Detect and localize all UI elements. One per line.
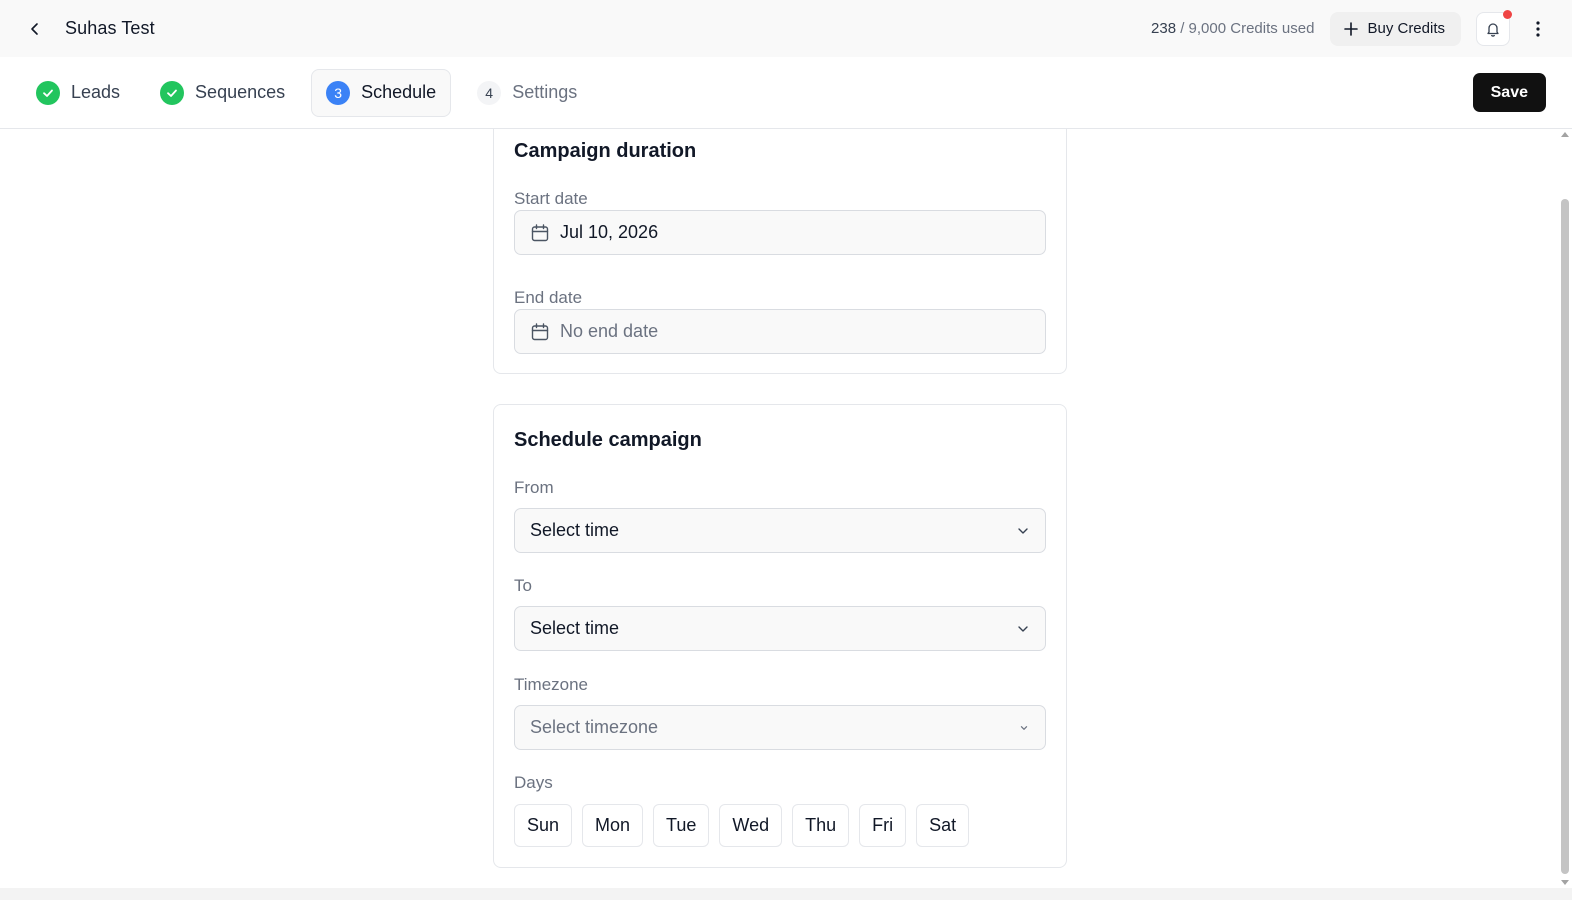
more-vertical-icon — [1536, 20, 1540, 37]
end-date-label: End date — [514, 288, 583, 307]
chevron-down-icon — [1018, 722, 1030, 734]
day-sun-button[interactable]: Sun — [514, 804, 573, 847]
step-number-badge: 4 — [477, 80, 502, 105]
check-circle-icon — [36, 80, 60, 105]
timezone-label: Timezone — [514, 675, 589, 694]
start-date-input[interactable]: Jul 10, 2026 — [514, 210, 1046, 255]
save-button[interactable]: Save — [1472, 73, 1546, 112]
step-label: Sequences — [195, 82, 286, 102]
credits-total-text: / 9,000 Credits used — [1176, 20, 1315, 37]
credits-used-count: 238 — [1151, 20, 1177, 37]
day-sat-button[interactable]: Sat — [916, 804, 970, 847]
vertical-scrollbar[interactable] — [1558, 129, 1572, 888]
scroll-down-arrow-icon[interactable] — [1561, 880, 1569, 885]
step-sequences[interactable]: Sequences — [146, 69, 299, 117]
check-circle-icon — [160, 80, 185, 105]
back-button[interactable] — [20, 14, 50, 44]
to-time-value: Select time — [530, 618, 620, 638]
schedule-campaign-title: Schedule campaign — [514, 429, 702, 451]
timezone-select[interactable]: Select timezone — [514, 705, 1046, 750]
scrollbar-thumb[interactable] — [1561, 199, 1569, 874]
from-label: From — [514, 478, 554, 497]
start-date-label: Start date — [514, 189, 588, 208]
day-tue-button[interactable]: Tue — [653, 804, 710, 847]
steps-bar: Leads Sequences 3 Schedule 4 Settings Sa… — [0, 57, 1572, 129]
buy-credits-label: Buy Credits — [1367, 20, 1445, 37]
start-date-value: Jul 10, 2026 — [560, 222, 659, 242]
end-date-value: No end date — [560, 321, 659, 341]
bottom-strip — [0, 888, 1572, 900]
chevron-down-icon — [1016, 524, 1030, 538]
chevron-down-icon — [1016, 622, 1030, 636]
campaign-duration-card: Campaign duration Start date Jul 10, 202… — [493, 129, 1067, 374]
to-time-select[interactable]: Select time — [514, 606, 1046, 651]
schedule-campaign-card: Schedule campaign From Select time To Se… — [493, 404, 1067, 868]
step-label: Leads — [71, 82, 121, 102]
day-mon-button[interactable]: Mon — [582, 804, 644, 847]
step-settings[interactable]: 4 Settings — [463, 69, 591, 117]
bell-icon — [1487, 22, 1499, 37]
credits-usage: 238 / 9,000 Credits used — [1151, 20, 1314, 37]
timezone-value: Select timezone — [530, 717, 659, 737]
top-header: Suhas Test 238 / 9,000 Credits used Buy … — [0, 0, 1572, 57]
step-schedule[interactable]: 3 Schedule — [311, 68, 452, 117]
days-selector: Sun Mon Tue Wed Thu Fri Sat — [514, 804, 979, 847]
plus-icon — [1344, 21, 1359, 36]
campaign-duration-title: Campaign duration — [514, 140, 697, 162]
step-label: Settings — [512, 82, 578, 102]
buy-credits-button[interactable]: Buy Credits — [1330, 11, 1461, 46]
scroll-up-arrow-icon[interactable] — [1561, 132, 1569, 137]
main-content: Campaign duration Start date Jul 10, 202… — [0, 129, 1572, 888]
day-wed-button[interactable]: Wed — [719, 804, 783, 847]
day-thu-button[interactable]: Thu — [792, 804, 850, 847]
step-label: Schedule — [361, 82, 437, 102]
notification-dot — [1503, 9, 1512, 19]
days-label: Days — [514, 773, 553, 792]
from-time-value: Select time — [530, 520, 620, 540]
chevron-left-icon — [31, 22, 38, 35]
day-fri-button[interactable]: Fri — [859, 804, 907, 847]
from-time-select[interactable]: Select time — [514, 508, 1046, 553]
notifications-button[interactable] — [1476, 9, 1512, 46]
to-label: To — [514, 576, 532, 595]
step-leads[interactable]: Leads — [22, 69, 134, 117]
end-date-input[interactable]: No end date — [514, 309, 1046, 354]
more-options-button[interactable] — [1528, 14, 1548, 44]
page-title: Suhas Test — [65, 18, 155, 38]
step-number-badge: 3 — [326, 80, 351, 105]
calendar-icon — [530, 322, 550, 342]
calendar-icon — [530, 223, 550, 243]
